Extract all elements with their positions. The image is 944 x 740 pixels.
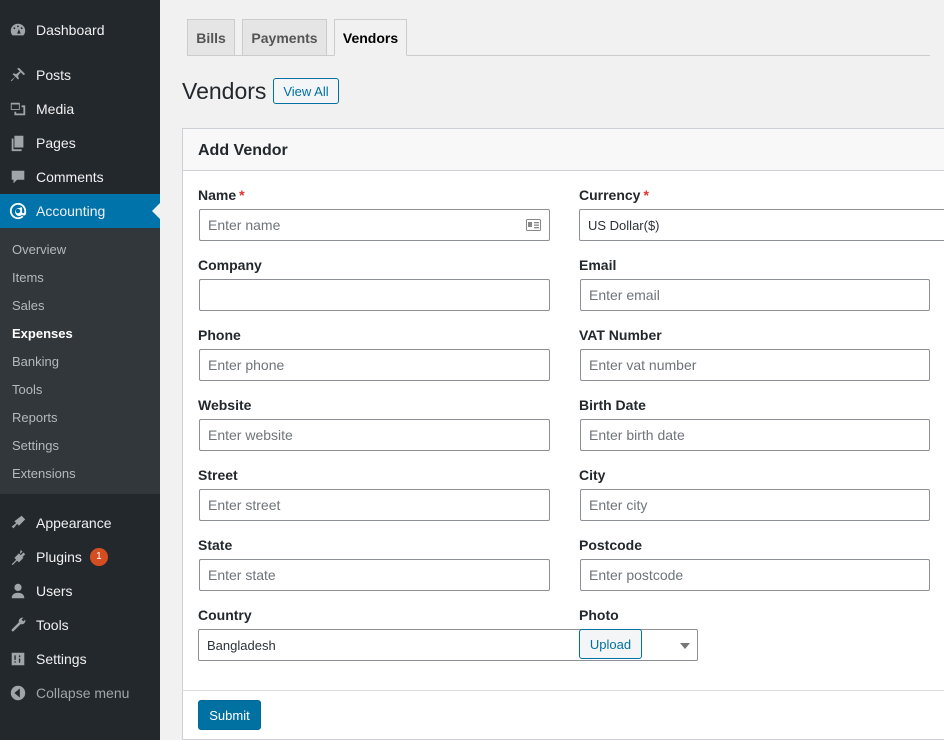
tab-payments[interactable]: Payments [242,19,327,56]
submenu-tools[interactable]: Tools [12,382,42,397]
menu-users[interactable]: Users [0,574,160,608]
submenu-reports[interactable]: Reports [12,410,58,425]
pages-icon [0,126,36,160]
postcode-label: Postcode [579,537,643,553]
tab-bills[interactable]: Bills [187,19,235,56]
menu-plugins[interactable]: Plugins 1 [0,540,160,574]
menu-label: Collapse menu [36,685,130,701]
accounting-icon [0,194,36,228]
name-label: Name * [198,187,245,203]
currency-label: Currency * [579,187,649,203]
wrench-icon [0,608,36,642]
menu-label: Appearance [36,515,112,531]
state-label: State [198,537,233,553]
submenu-extensions[interactable]: Extensions [12,466,76,481]
photo-label: Photo [579,607,619,623]
menu-accounting[interactable]: Accounting [0,194,160,228]
menu-label: Plugins [36,549,82,565]
company-input[interactable] [199,279,550,311]
menu-appearance[interactable]: Appearance [0,506,160,540]
email-input[interactable]: Enter email [580,279,930,311]
state-input[interactable]: Enter state [199,559,550,591]
menu-label: Posts [36,67,72,83]
media-icon [0,92,36,126]
sliders-icon [0,642,36,676]
menu-label: Users [36,583,73,599]
website-label: Website [198,397,252,413]
menu-label: Settings [36,651,87,667]
submenu-settings[interactable]: Settings [12,438,59,453]
country-label: Country [198,607,252,623]
menu-dashboard[interactable]: Dashboard [0,13,160,47]
name-input[interactable]: Enter name [199,209,550,241]
menu-comments[interactable]: Comments [0,160,160,194]
submenu-expenses[interactable]: Expenses [12,326,73,341]
menu-label: Dashboard [36,22,105,38]
required-asterisk: * [239,187,245,203]
street-label: Street [198,467,238,483]
upload-photo-button[interactable]: Upload [579,629,642,659]
phone-label: Phone [198,327,241,343]
submenu-banking[interactable]: Banking [12,354,59,369]
menu-label: Pages [36,135,76,151]
submit-button[interactable]: Submit [198,700,261,730]
tab-vendors[interactable]: Vendors [334,19,407,56]
phone-input[interactable]: Enter phone [199,349,550,381]
dashboard-icon [0,13,36,47]
required-asterisk: * [643,187,649,203]
submenu-sales[interactable]: Sales [12,298,45,313]
birth-date-input[interactable]: Enter birth date [580,419,930,451]
currency-select[interactable]: US Dollar($) [579,209,944,241]
view-all-button[interactable]: View All [273,78,339,104]
contact-card-icon [526,219,541,231]
submenu-overview[interactable]: Overview [12,242,66,257]
tab-bar: Bills Payments Vendors [187,19,930,56]
divider [182,690,944,691]
plugin-icon [0,540,36,574]
panel-header: Add Vendor [183,129,944,171]
vat-number-label: VAT Number [579,327,662,343]
city-input[interactable]: Enter city [580,489,930,521]
submenu-items[interactable]: Items [12,270,44,285]
email-label: Email [579,257,617,273]
update-count-badge: 1 [89,548,108,566]
collapse-arrow-icon [0,676,36,710]
street-input[interactable]: Enter street [199,489,550,521]
user-icon [0,574,36,608]
company-label: Company [198,257,262,273]
admin-sidebar: Dashboard Posts Media Pages Comments Acc… [0,0,160,740]
chevron-down-icon [680,643,690,649]
menu-label: Media [36,101,75,117]
website-input[interactable]: Enter website [199,419,550,451]
brush-icon [0,506,36,540]
accounting-submenu: Overview Items Sales Expenses Banking To… [0,228,160,494]
menu-settings[interactable]: Settings [0,642,160,676]
page-title: Vendors [182,78,267,104]
pin-icon [0,58,36,92]
comment-icon [0,160,36,194]
menu-posts[interactable]: Posts [0,58,160,92]
menu-label: Comments [36,169,104,185]
menu-media[interactable]: Media [0,92,160,126]
postcode-input[interactable]: Enter postcode [580,559,930,591]
birth-date-label: Birth Date [579,397,646,413]
vat-number-input[interactable]: Enter vat number [580,349,930,381]
collapse-menu-button[interactable]: Collapse menu [0,676,160,710]
menu-pages[interactable]: Pages [0,126,160,160]
city-label: City [579,467,606,483]
menu-tools[interactable]: Tools [0,608,160,642]
panel-title: Add Vendor [198,142,288,159]
menu-label: Accounting [36,203,106,219]
menu-label: Tools [36,617,69,633]
